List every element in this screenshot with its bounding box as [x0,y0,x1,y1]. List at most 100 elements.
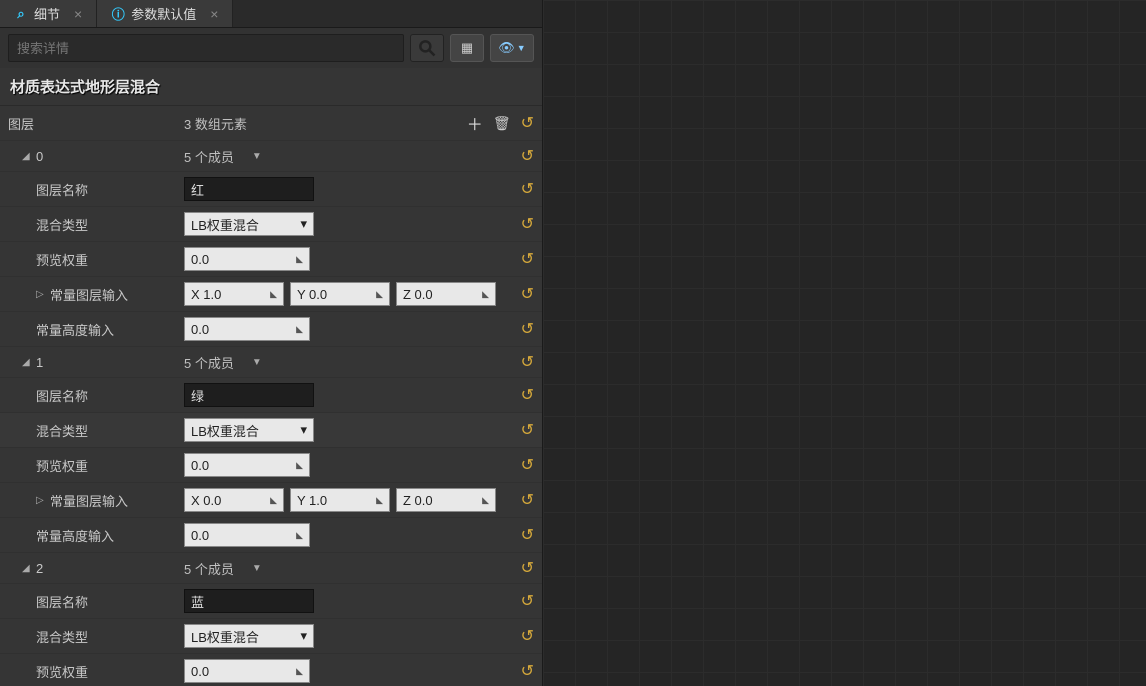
chevron-down-icon: ▾ [300,628,307,644]
array-element-header[interactable]: ◢ 0 5 个成员 ▼ ↺ [0,141,542,172]
prop-label: 混合类型 [8,627,184,646]
prop-label: 图层名称 [8,592,184,611]
prop-label: 常量高度输入 [8,526,184,545]
member-count: 5 个成员 [184,147,234,166]
tab-details[interactable]: ⌕ 细节 × [0,0,97,27]
array-header-row[interactable]: 图层 3 数组元素 ＋ 🗑 ↺ [0,106,542,141]
chevron-down-icon: ▼ [517,43,526,53]
blend-type-select[interactable]: LB权重混合▾ [184,624,314,648]
prop-preview-weight: 预览权重 0.0◣ ↺ [0,654,542,686]
chevron-down-icon[interactable]: ▼ [252,151,262,162]
reset-button[interactable]: ↺ [521,249,534,269]
array-element-header[interactable]: ◢ 1 5 个成员 ▼ ↺ [0,347,542,378]
reset-button[interactable]: ↺ [521,113,534,133]
search-icon [417,38,437,58]
layer-name-input[interactable] [184,383,314,407]
vec-x-input[interactable]: X 1.0◣ [184,282,284,306]
vec-z-input[interactable]: Z 0.0◣ [396,282,496,306]
info-icon: ⓘ [111,7,125,21]
search-button[interactable] [410,34,444,62]
member-count: 5 个成员 [184,559,234,578]
prop-const-height-input: 常量高度输入 0.0◣ ↺ [0,518,542,553]
chevron-down-icon[interactable]: ▼ [252,357,262,368]
reset-button[interactable]: ↺ [521,558,534,578]
layer-name-input[interactable] [184,177,314,201]
height-input[interactable]: 0.0◣ [184,317,310,341]
prop-preview-weight: 预览权重 0.0◣ ↺ [0,448,542,483]
prop-blend-type: 混合类型 LB权重混合▾ ↺ [0,413,542,448]
array-element-header[interactable]: ◢ 2 5 个成员 ▼ ↺ [0,553,542,584]
reset-button[interactable]: ↺ [521,661,534,681]
reset-button[interactable]: ↺ [521,179,534,199]
expand-icon[interactable]: ◢ [22,151,32,162]
reset-button[interactable]: ↺ [521,385,534,405]
prop-label: 混合类型 [8,215,184,234]
reset-button[interactable]: ↺ [521,455,534,475]
element-index: 2 [36,561,43,576]
vec-x-input[interactable]: X 0.0◣ [184,488,284,512]
reset-button[interactable]: ↺ [521,146,534,166]
eye-icon: 👁 [498,40,515,56]
search-bar: ▦ 👁▼ [0,28,542,68]
array-label: 图层 [8,114,184,133]
reset-button[interactable]: ↺ [521,319,534,339]
height-input[interactable]: 0.0◣ [184,523,310,547]
vec-y-input[interactable]: Y 0.0◣ [290,282,390,306]
reset-button[interactable]: ↺ [521,284,534,304]
grid-icon: ▦ [461,40,473,56]
reset-button[interactable]: ↺ [521,352,534,372]
visibility-filter-button[interactable]: 👁▼ [490,34,534,62]
expand-icon[interactable]: ◢ [22,563,32,574]
prop-const-layer-input: ▷ 常量图层输入 X 1.0◣ Y 0.0◣ Z 0.0◣ ↺ [0,277,542,312]
layer-name-input[interactable] [184,589,314,613]
prop-label: 预览权重 [8,662,184,681]
reset-button[interactable]: ↺ [521,591,534,611]
add-element-button[interactable]: ＋ [467,111,483,135]
array-count: 3 数组元素 [184,114,247,133]
reset-button[interactable]: ↺ [521,420,534,440]
reset-button[interactable]: ↺ [521,626,534,646]
chevron-down-icon: ▾ [300,422,307,438]
clear-array-button[interactable]: 🗑 [493,115,511,132]
prop-label: 图层名称 [8,386,184,405]
chevron-down-icon: ▾ [300,216,307,232]
tab-label: 细节 [34,4,60,23]
material-graph[interactable]: Layer Blend ▼ Layer 红 Layer 绿 Layer 蓝 Tr… [543,0,1146,686]
view-grid-button[interactable]: ▦ [450,34,484,62]
tab-label: 参数默认值 [131,4,196,23]
blend-type-select[interactable]: LB权重混合▾ [184,212,314,236]
prop-label: 预览权重 [8,250,184,269]
expand-icon[interactable]: ◢ [22,357,32,368]
preview-weight-input[interactable]: 0.0◣ [184,659,310,683]
search-input[interactable] [8,34,404,62]
prop-blend-type: 混合类型 LB权重混合▾ ↺ [0,619,542,654]
prop-preview-weight: 预览权重 0.0◣ ↺ [0,242,542,277]
preview-weight-input[interactable]: 0.0◣ [184,453,310,477]
prop-const-height-input: 常量高度输入 0.0◣ ↺ [0,312,542,347]
reset-button[interactable]: ↺ [521,214,534,234]
blend-type-select[interactable]: LB权重混合▾ [184,418,314,442]
preview-weight-input[interactable]: 0.0◣ [184,247,310,271]
spinner-icon[interactable]: ◣ [296,256,303,263]
prop-layer-name: 图层名称 ↺ [0,584,542,619]
close-icon[interactable]: × [210,6,218,22]
vec-z-input[interactable]: Z 0.0◣ [396,488,496,512]
reset-button[interactable]: ↺ [521,525,534,545]
prop-label: 混合类型 [8,421,184,440]
expand-icon[interactable]: ▷ [36,289,46,300]
element-index: 1 [36,355,43,370]
element-index: 0 [36,149,43,164]
property-body: 图层 3 数组元素 ＋ 🗑 ↺ ◢ 0 5 个成员 ▼ ↺ 图层名称 ↺ 混合类型 … [0,106,542,686]
prop-layer-name: 图层名称 ↺ [0,172,542,207]
chevron-down-icon[interactable]: ▼ [252,563,262,574]
vec-y-input[interactable]: Y 1.0◣ [290,488,390,512]
tab-param-defaults[interactable]: ⓘ 参数默认值 × [97,0,233,27]
expand-icon[interactable]: ▷ [36,495,46,506]
member-count: 5 个成员 [184,353,234,372]
tab-bar: ⌕ 细节 × ⓘ 参数默认值 × [0,0,542,28]
reset-button[interactable]: ↺ [521,490,534,510]
prop-layer-name: 图层名称 ↺ [0,378,542,413]
close-icon[interactable]: × [74,6,82,22]
prop-label: 图层名称 [8,180,184,199]
prop-label: 常量图层输入 [50,285,128,304]
